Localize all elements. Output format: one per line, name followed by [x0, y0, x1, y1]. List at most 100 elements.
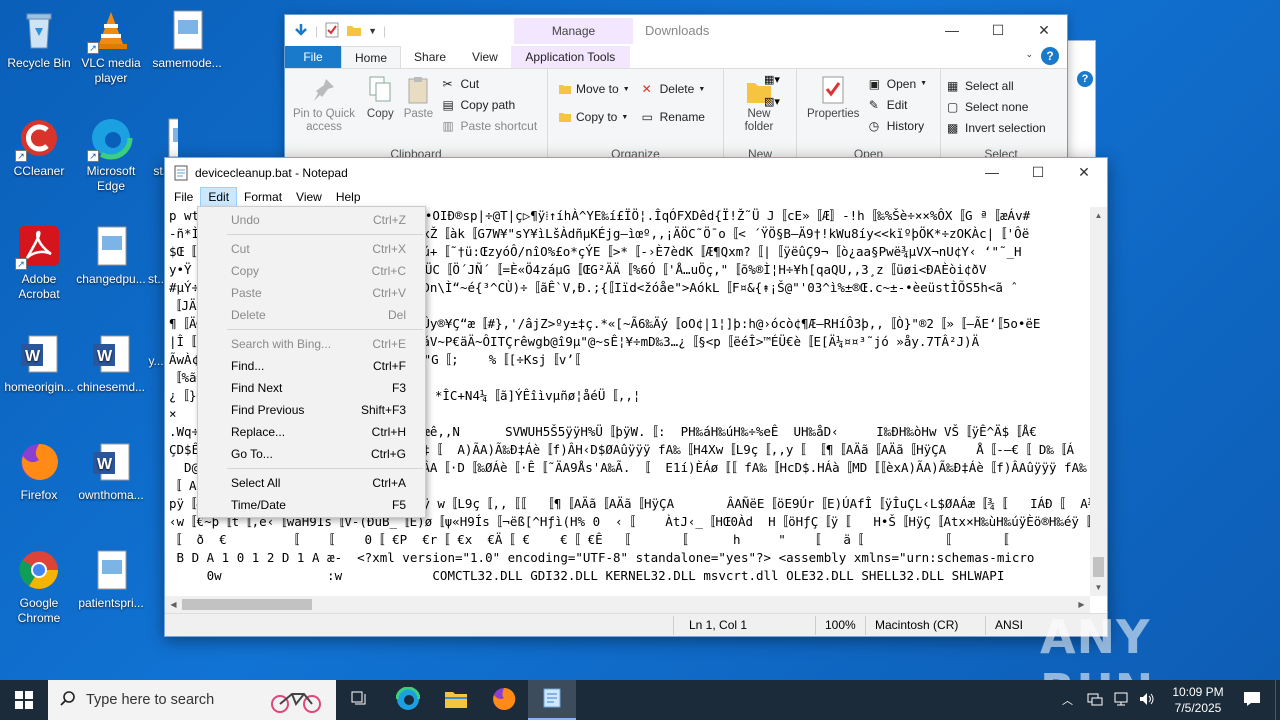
horizontal-scrollbar[interactable]: ◀ ▶ [165, 596, 1090, 613]
menu-format[interactable]: Format [237, 187, 289, 207]
menu-item-cut[interactable]: Cut Ctrl+X [198, 238, 425, 260]
paste-button[interactable]: Paste [404, 75, 433, 121]
copy-path-button[interactable]: ▤ Copy path [442, 94, 537, 115]
paste-shortcut-button[interactable]: ▥ Paste shortcut [442, 115, 537, 136]
desktop-icon-word-3[interactable]: W ownthoma... [72, 440, 150, 503]
volume-icon[interactable] [1139, 692, 1155, 709]
menu-item-select-all[interactable]: Select All Ctrl+A [198, 472, 425, 494]
desktop-icon-file-5[interactable]: y... [148, 332, 164, 369]
menu-item-search-bing[interactable]: Search with Bing... Ctrl+E [198, 333, 425, 355]
scroll-left-icon[interactable]: ◀ [165, 596, 182, 613]
tab-share[interactable]: Share [401, 46, 459, 68]
desktop-icon-edge[interactable]: ↗ Microsoft Edge [72, 116, 150, 194]
taskbar-edge[interactable] [384, 680, 432, 720]
bicycle-illustration-icon [268, 686, 324, 718]
select-all-button[interactable]: ▦ Select all [947, 75, 1055, 96]
network-icon[interactable] [1087, 692, 1103, 709]
copy-button[interactable]: Copy [366, 75, 394, 121]
menu-edit[interactable]: Edit [200, 187, 238, 207]
delete-button[interactable]: ✕ Delete ▼ [642, 75, 706, 103]
menu-file[interactable]: File [167, 187, 200, 207]
menu-view[interactable]: View [289, 187, 329, 207]
taskbar-file-explorer[interactable] [432, 680, 480, 720]
help-icon[interactable]: ? [1077, 71, 1093, 87]
desktop-icon-acrobat[interactable]: ↗ Adobe Acrobat [0, 224, 78, 302]
desktop-icon-word-1[interactable]: W homeorigin... [0, 332, 78, 395]
taskbar-notepad[interactable] [528, 680, 576, 720]
word-doc-icon: W [89, 332, 133, 376]
customize-dropdown-icon[interactable]: ▼ [368, 26, 377, 36]
select-none-button[interactable]: ▢ Select none [947, 96, 1055, 117]
menu-item-copy[interactable]: Copy Ctrl+C [198, 260, 425, 282]
close-icon[interactable]: ✕ [1021, 15, 1067, 45]
taskbar-search-box[interactable]: Type here to search [48, 680, 336, 720]
notifications-icon[interactable] [1243, 691, 1261, 710]
help-icon[interactable]: ? [1041, 47, 1059, 65]
task-view-button[interactable] [336, 680, 384, 720]
menu-item-find-previous[interactable]: Find Previous Shift+F3 [198, 399, 425, 421]
invert-selection-button[interactable]: ▩ Invert selection [947, 117, 1055, 138]
desktop-icon-recycle-bin[interactable]: Recycle Bin [0, 8, 78, 71]
image-file-icon [89, 224, 133, 268]
close-icon[interactable]: ✕ [1061, 158, 1107, 187]
menu-item-go-to[interactable]: Go To... Ctrl+G [198, 443, 425, 465]
menu-separator [227, 468, 423, 469]
menu-item-undo[interactable]: Undo Ctrl+Z [198, 209, 425, 231]
desktop-icon-file-4[interactable]: st... [148, 224, 164, 287]
menu-item-replace[interactable]: Replace... Ctrl+H [198, 421, 425, 443]
desktop-icon-chrome[interactable]: Google Chrome [0, 548, 78, 626]
move-to-button[interactable]: Move to ▼ [558, 75, 630, 103]
cut-button[interactable]: ✂ Cut [442, 73, 537, 94]
rename-button[interactable]: ▭ Rename [642, 103, 706, 131]
scroll-up-icon[interactable]: ▲ [1090, 207, 1107, 224]
maximize-icon[interactable]: ☐ [1015, 158, 1061, 187]
menu-item-delete[interactable]: Delete Del [198, 304, 425, 326]
desktop-icon-file-3[interactable]: changedpu... [72, 224, 150, 287]
desktop-icon-firefox[interactable]: Firefox [0, 440, 78, 503]
pin-quick-access-button[interactable]: Pin to Quick access [291, 75, 357, 134]
copy-to-button[interactable]: Copy to ▼ [558, 103, 630, 131]
minimize-icon[interactable]: — [969, 158, 1015, 187]
vlc-cone-icon: ↗ [87, 8, 133, 54]
desktop-icon-vlc[interactable]: ↗ VLC media player [72, 8, 150, 86]
shortcut-arrow-icon: ↗ [87, 42, 99, 54]
folder-icon[interactable] [346, 22, 362, 41]
scroll-thumb[interactable] [1093, 557, 1104, 577]
tab-home[interactable]: Home [341, 46, 402, 68]
clock[interactable]: 10:09 PM 7/5/2025 [1161, 684, 1235, 716]
easy-access-icon[interactable]: ▧▾ [764, 95, 780, 108]
maximize-icon[interactable]: ☐ [975, 15, 1021, 45]
tab-file[interactable]: File [285, 46, 341, 68]
history-button[interactable]: ◷ History [869, 115, 927, 136]
desktop-icon-word-2[interactable]: W chinesemd... [72, 332, 150, 395]
taskbar: Type here to search ︿ 10:09 PM 7/5/2025 [0, 680, 1280, 720]
scroll-thumb[interactable] [182, 599, 312, 610]
show-desktop-button[interactable] [1275, 680, 1280, 720]
new-item-icon[interactable]: ▦▾ [764, 73, 780, 86]
desktop-icon-file-1[interactable]: samemode... [148, 8, 226, 71]
menu-item-find[interactable]: Find... Ctrl+F [198, 355, 425, 377]
clipboard-small-buttons: ✂ Cut ▤ Copy path ▥ Paste shortcut [442, 73, 537, 136]
vertical-scrollbar[interactable]: ▲ ▼ [1090, 207, 1107, 596]
menu-item-find-next[interactable]: Find Next F3 [198, 377, 425, 399]
start-button[interactable] [0, 680, 48, 720]
expand-ribbon-icon[interactable]: ⌄ [1025, 49, 1033, 60]
desktop-icon-file-6[interactable]: patientspri... [72, 548, 150, 611]
properties-check-icon[interactable] [324, 22, 340, 41]
scroll-down-icon[interactable]: ▼ [1090, 579, 1107, 596]
open-button[interactable]: ▣ Open ▼ [869, 73, 927, 94]
properties-button[interactable]: Properties [807, 75, 859, 121]
taskbar-firefox[interactable] [480, 680, 528, 720]
down-arrow-icon[interactable] [293, 22, 309, 41]
desktop-icon-ccleaner[interactable]: ↗ CCleaner [0, 116, 78, 179]
tab-application-tools[interactable]: Application Tools [510, 46, 630, 68]
ethernet-icon[interactable] [1113, 692, 1129, 709]
edit-button[interactable]: ✎ Edit [869, 94, 927, 115]
menu-help[interactable]: Help [329, 187, 368, 207]
tab-view[interactable]: View [459, 46, 511, 68]
minimize-icon[interactable]: — [929, 15, 975, 45]
show-hidden-icons-chevron-icon[interactable]: ︿ [1062, 692, 1073, 708]
menu-item-paste[interactable]: Paste Ctrl+V [198, 282, 425, 304]
notepad-menubar: File Edit Format View Help [165, 187, 1107, 207]
menu-item-time-date[interactable]: Time/Date F5 [198, 494, 425, 516]
